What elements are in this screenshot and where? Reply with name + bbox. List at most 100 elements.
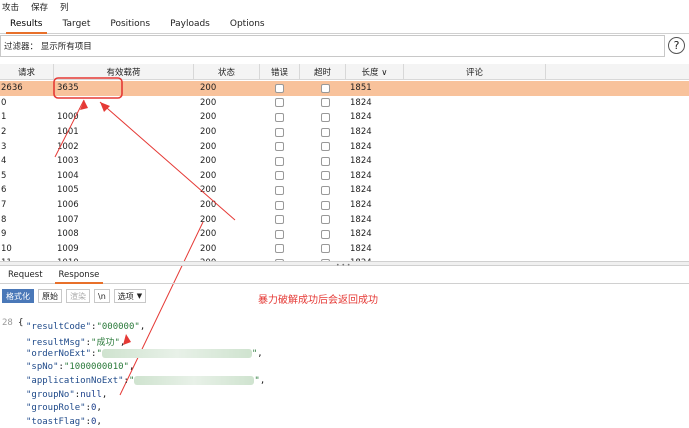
checkbox[interactable] xyxy=(275,83,284,93)
checkbox[interactable] xyxy=(321,215,330,225)
tab-response[interactable]: Response xyxy=(51,266,108,284)
table-row[interactable]: 3 1002 200 1824 xyxy=(0,139,689,154)
menu-columns[interactable]: 列 xyxy=(60,1,69,13)
cell-timeout[interactable] xyxy=(321,198,330,213)
code-line: "groupRole":0, xyxy=(26,403,102,417)
cell-error[interactable] xyxy=(275,110,284,125)
cell-error[interactable] xyxy=(275,96,284,111)
table-row[interactable]: 9 1008 200 1824 xyxy=(0,227,689,242)
options-dropdown[interactable]: 选项 ▼ xyxy=(113,289,147,303)
tab-options[interactable]: Options xyxy=(220,14,275,34)
cell-request: 3 xyxy=(1,141,7,152)
help-icon[interactable]: ? xyxy=(668,37,685,54)
checkbox[interactable] xyxy=(275,112,284,122)
table-row[interactable]: 4 1003 200 1824 xyxy=(0,154,689,169)
code-line-open: 28{ xyxy=(2,318,24,328)
json-key: "spNo" xyxy=(26,362,59,373)
cell-timeout[interactable] xyxy=(321,183,330,198)
tab-request[interactable]: Request xyxy=(0,266,51,284)
cell-error[interactable] xyxy=(275,139,284,154)
col-payload[interactable]: 有效载荷 xyxy=(54,64,194,80)
checkbox[interactable] xyxy=(321,185,330,195)
checkbox[interactable] xyxy=(321,171,330,181)
col-status[interactable]: 状态 xyxy=(194,64,260,80)
checkbox[interactable] xyxy=(321,244,330,254)
checkbox[interactable] xyxy=(321,229,330,239)
menu-attack[interactable]: 攻击 xyxy=(2,1,19,13)
checkbox[interactable] xyxy=(275,98,284,108)
cell-timeout[interactable] xyxy=(321,169,330,184)
cell-error[interactable] xyxy=(275,154,284,169)
cell-error[interactable] xyxy=(275,227,284,242)
checkbox[interactable] xyxy=(321,200,330,210)
render-button[interactable]: 渲染 xyxy=(66,289,90,303)
checkbox[interactable] xyxy=(321,83,330,93)
annotation-text: 暴力破解成功后会返回成功 xyxy=(258,295,378,306)
cell-timeout[interactable] xyxy=(321,81,330,96)
filter-bar[interactable]: 过滤器： 显示所有项目 xyxy=(0,35,665,57)
cell-timeout[interactable] xyxy=(321,139,330,154)
cell-timeout[interactable] xyxy=(321,110,330,125)
response-body[interactable]: 28{ "resultCode":"000000", "resultMsg":"成… xyxy=(0,306,689,428)
json-comma: , xyxy=(259,375,266,386)
checkbox[interactable] xyxy=(275,229,284,239)
cell-request: 2 xyxy=(1,127,7,138)
cell-timeout[interactable] xyxy=(321,227,330,242)
col-error[interactable]: 错误 xyxy=(260,64,300,80)
cell-timeout[interactable] xyxy=(321,125,330,140)
cell-timeout[interactable] xyxy=(321,154,330,169)
checkbox[interactable] xyxy=(275,127,284,137)
checkbox[interactable] xyxy=(275,200,284,210)
table-row[interactable]: 8 1007 200 1824 xyxy=(0,212,689,227)
tab-positions[interactable]: Positions xyxy=(100,14,160,34)
table-row[interactable]: 2636 3635 200 1851 xyxy=(0,81,689,96)
cell-timeout[interactable] xyxy=(321,242,330,257)
checkbox[interactable] xyxy=(321,98,330,108)
checkbox[interactable] xyxy=(275,244,284,254)
json-key: "groupRole" xyxy=(26,403,86,414)
cell-payload: 1001 xyxy=(57,127,79,138)
cell-error[interactable] xyxy=(275,183,284,198)
col-length[interactable]: 长度 ∨ xyxy=(346,64,404,80)
col-timeout[interactable]: 超时 xyxy=(300,64,346,80)
cell-error[interactable] xyxy=(275,242,284,257)
checkbox[interactable] xyxy=(321,127,330,137)
checkbox[interactable] xyxy=(321,142,330,152)
cell-error[interactable] xyxy=(275,81,284,96)
newline-button[interactable]: \n xyxy=(94,289,110,303)
raw-button[interactable]: 原始 xyxy=(38,289,62,303)
checkbox[interactable] xyxy=(275,156,284,166)
cell-timeout[interactable] xyxy=(321,96,330,111)
col-request[interactable]: 请求 xyxy=(0,64,54,80)
table-row[interactable]: 1 1000 200 1824 xyxy=(0,110,689,125)
checkbox[interactable] xyxy=(321,112,330,122)
checkbox[interactable] xyxy=(275,185,284,195)
table-row[interactable]: 10 1009 200 1824 xyxy=(0,242,689,257)
cell-request: 1 xyxy=(1,112,7,123)
menu-save[interactable]: 保存 xyxy=(31,1,48,13)
checkbox[interactable] xyxy=(321,156,330,166)
table-row[interactable]: 5 1004 200 1824 xyxy=(0,169,689,184)
col-comment[interactable]: 评论 xyxy=(404,64,546,80)
json-comma: , xyxy=(139,321,146,332)
code-line: "toastFlag":0, xyxy=(26,417,102,428)
cell-error[interactable] xyxy=(275,169,284,184)
cell-payload: 1006 xyxy=(57,200,79,211)
cell-error[interactable] xyxy=(275,125,284,140)
table-row[interactable]: 6 1005 200 1824 xyxy=(0,183,689,198)
tab-payloads[interactable]: Payloads xyxy=(160,14,220,34)
cell-error[interactable] xyxy=(275,212,284,227)
pretty-button[interactable]: 格式化 xyxy=(2,289,34,303)
tab-target[interactable]: Target xyxy=(53,14,101,34)
table-row[interactable]: 2 1001 200 1824 xyxy=(0,125,689,140)
tab-results[interactable]: Results xyxy=(0,14,53,34)
checkbox[interactable] xyxy=(275,215,284,225)
cell-error[interactable] xyxy=(275,198,284,213)
checkbox[interactable] xyxy=(275,171,284,181)
cell-timeout[interactable] xyxy=(321,212,330,227)
cell-request: 10 xyxy=(1,243,12,254)
table-row[interactable]: 0 200 1824 xyxy=(0,96,689,111)
table-row[interactable]: 7 1006 200 1824 xyxy=(0,198,689,213)
cell-length: 1824 xyxy=(350,170,372,181)
checkbox[interactable] xyxy=(275,142,284,152)
